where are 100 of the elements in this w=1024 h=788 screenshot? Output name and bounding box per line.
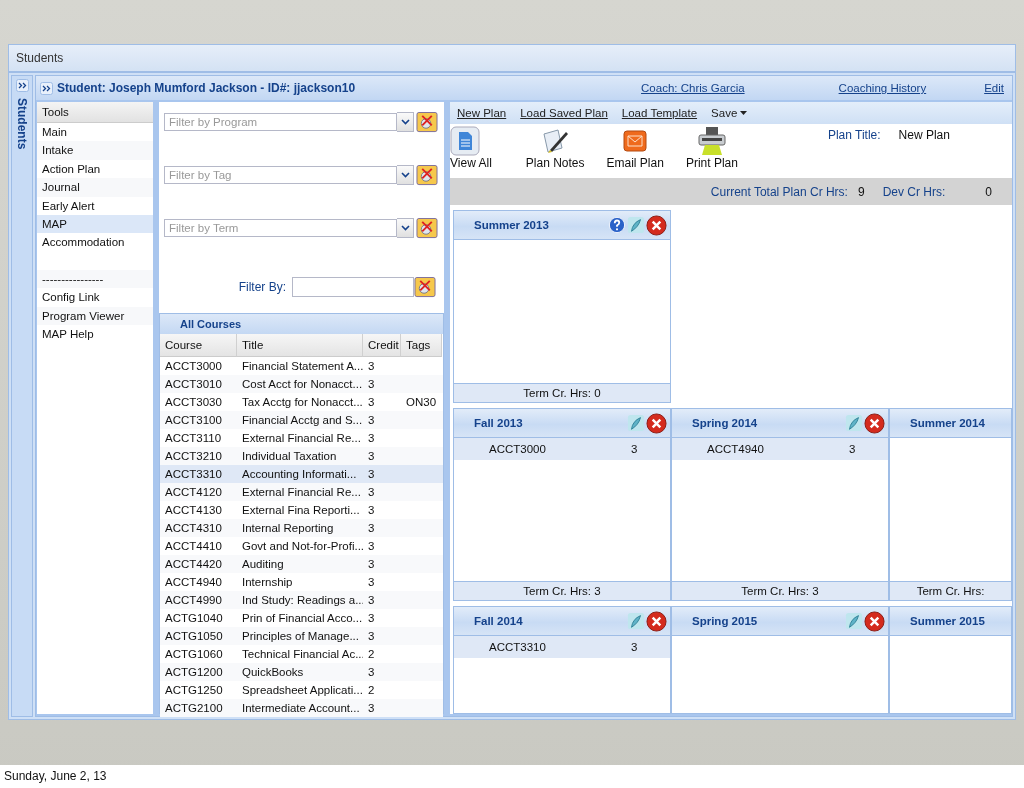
filter-field[interactable] xyxy=(292,277,414,297)
stat-label: Current Total Plan Cr Hrs: xyxy=(710,184,848,199)
term-course-row[interactable]: ACCT4940 3 xyxy=(672,438,888,460)
dropdown-button[interactable] xyxy=(397,112,414,132)
action-button[interactable]: View All xyxy=(450,124,492,170)
table-cell: 3 xyxy=(368,558,375,570)
remove-icon[interactable] xyxy=(864,412,885,434)
table-cell: 3 xyxy=(368,450,375,462)
table-row[interactable]: ACTG1250 Spreadsheet Applicati... 2 xyxy=(160,681,443,699)
table-cell: 3 xyxy=(368,468,375,480)
filter-dropdown[interactable]: Filter by Term xyxy=(164,219,397,237)
header-link[interactable]: Edit xyxy=(984,82,1004,94)
table-cell: 3 xyxy=(368,540,375,552)
table-cell: ACCT3210 xyxy=(165,450,222,462)
column-header[interactable]: Credit xyxy=(363,334,401,357)
action-button[interactable]: Email Plan xyxy=(606,124,664,170)
term-title: Summer 2015 xyxy=(910,615,986,627)
menu-link[interactable]: Load Saved Plan xyxy=(520,107,608,119)
table-cell: 3 xyxy=(368,486,375,498)
table-cell: Intermediate Account... xyxy=(242,702,360,714)
table-row[interactable]: ACCT3310 Accounting Informati... 3 xyxy=(160,465,443,483)
collapsed-panel[interactable]: Students xyxy=(11,75,33,717)
tools-item[interactable]: Main xyxy=(37,123,153,142)
table-cell: Prin of Financial Acco... xyxy=(242,612,363,624)
clear-filter-icon[interactable] xyxy=(414,276,436,298)
term-title: Summer 2013 xyxy=(474,219,550,231)
action-button[interactable]: Print Plan xyxy=(685,124,738,170)
term-credit-hours: Term Cr. Hrs: xyxy=(890,581,1011,600)
expand-icon[interactable] xyxy=(15,79,29,92)
tools-item[interactable]: Action Plan xyxy=(37,159,153,179)
dropdown-button[interactable] xyxy=(397,165,414,185)
table-row[interactable]: ACCT3110 External Financial Re... 3 xyxy=(160,429,443,447)
table-cell: 3 xyxy=(368,378,375,390)
table-row[interactable]: ACCT3010 Cost Acct for Nonacct... 3 xyxy=(160,375,443,393)
term-course-row[interactable]: ACCT3310 3 xyxy=(454,636,670,658)
table-cell: Spreadsheet Applicati... xyxy=(242,684,363,696)
term-credit-hours: Term Cr. Hrs: 3 xyxy=(454,581,670,600)
header-link[interactable]: Coaching History xyxy=(838,82,927,94)
tools-item[interactable]: Early Alert xyxy=(37,196,153,215)
tools-item[interactable]: Program Viewer xyxy=(37,306,153,325)
table-row[interactable]: ACCT3100 Financial Acctg and S... 3 xyxy=(160,411,443,429)
table-cell: 3 xyxy=(368,414,375,426)
tools-item[interactable]: MAP xyxy=(37,214,153,234)
table-row[interactable]: ACCT3030 Tax Acctg for Nonacct... 3 ON30 xyxy=(160,393,443,411)
table-row[interactable]: ACCT4120 External Financial Re... 3 xyxy=(160,483,443,501)
table-cell: Financial Statement A... xyxy=(242,360,363,372)
tools-item[interactable]: MAP Help xyxy=(37,324,153,344)
expand-icon[interactable] xyxy=(40,81,53,95)
term-course-row[interactable]: ACCT3000 3 xyxy=(454,438,670,460)
menu-link[interactable]: Load Template xyxy=(621,107,698,119)
tools-item[interactable]: Config Link xyxy=(37,288,153,307)
course-code: ACCT3310 xyxy=(489,641,547,653)
tools-item[interactable]: Intake xyxy=(37,141,153,160)
clear-filter-icon[interactable] xyxy=(416,111,438,133)
tools-item[interactable]: Journal xyxy=(37,178,153,197)
remove-icon[interactable] xyxy=(646,214,667,236)
table-cell: ACTG1250 xyxy=(165,684,223,696)
save-menu[interactable]: Save xyxy=(711,107,748,119)
remove-icon[interactable] xyxy=(646,610,667,632)
column-header[interactable]: Tags xyxy=(401,334,442,357)
table-row[interactable]: ACCT3000 Financial Statement A... 3 xyxy=(160,357,443,375)
table-row[interactable]: ACTG1040 Prin of Financial Acco... 3 xyxy=(160,609,443,627)
table-row[interactable]: ACCT4410 Govt and Not-for-Profi... 3 xyxy=(160,537,443,555)
table-row[interactable]: ACTG1060 Technical Financial Ac... 2 xyxy=(160,645,443,663)
table-row[interactable]: ACCT4940 Internship 3 xyxy=(160,573,443,591)
filter-dropdown[interactable]: Filter by Program xyxy=(164,113,397,131)
table-row[interactable]: ACTG1050 Principles of Manage... 3 xyxy=(160,627,443,645)
course-credits: 3 xyxy=(631,443,638,455)
table-cell: 3 xyxy=(368,612,375,624)
table-row[interactable]: ACCT4420 Auditing 3 xyxy=(160,555,443,573)
table-row[interactable]: ACCT3210 Individual Taxation 3 xyxy=(160,447,443,465)
table-cell: ACCT4420 xyxy=(165,558,222,570)
pen-paper-icon xyxy=(540,126,571,156)
table-cell: ACCT4410 xyxy=(165,540,222,552)
stat-label: Dev Cr Hrs: xyxy=(882,184,946,199)
menu-link[interactable]: New Plan xyxy=(457,107,507,119)
table-cell: ACTG1040 xyxy=(165,612,223,624)
table-cell: 3 xyxy=(368,594,375,606)
dropdown-button[interactable] xyxy=(397,218,414,238)
column-header[interactable]: Title xyxy=(237,334,363,357)
tools-item[interactable]: Accommodation xyxy=(37,233,153,252)
remove-icon[interactable] xyxy=(864,610,885,632)
help-icon[interactable] xyxy=(608,216,626,234)
table-row[interactable]: ACCT4990 Ind Study: Readings a... 3 xyxy=(160,591,443,609)
table-cell: ACCT3000 xyxy=(165,360,222,372)
remove-icon[interactable] xyxy=(646,412,667,434)
printer-icon xyxy=(696,126,727,156)
clear-filter-icon[interactable] xyxy=(416,217,438,239)
table-row[interactable]: ACTG1200 QuickBooks 3 xyxy=(160,663,443,681)
filter-dropdown[interactable]: Filter by Tag xyxy=(164,166,397,184)
table-row[interactable]: ACCT4310 Internal Reporting 3 xyxy=(160,519,443,537)
action-button[interactable]: Plan Notes xyxy=(525,124,585,170)
table-cell: 3 xyxy=(368,432,375,444)
table-row[interactable]: ACTG2100 Intermediate Account... 3 xyxy=(160,699,443,717)
table-row[interactable]: ACCT4130 External Fina Reporti... 3 xyxy=(160,501,443,519)
course-code: ACCT4940 xyxy=(707,443,765,455)
caret-icon xyxy=(400,119,410,125)
header-link[interactable]: Coach: Chris Garcia xyxy=(641,82,745,94)
clear-filter-icon[interactable] xyxy=(416,164,438,186)
column-header[interactable]: Course xyxy=(160,334,237,357)
